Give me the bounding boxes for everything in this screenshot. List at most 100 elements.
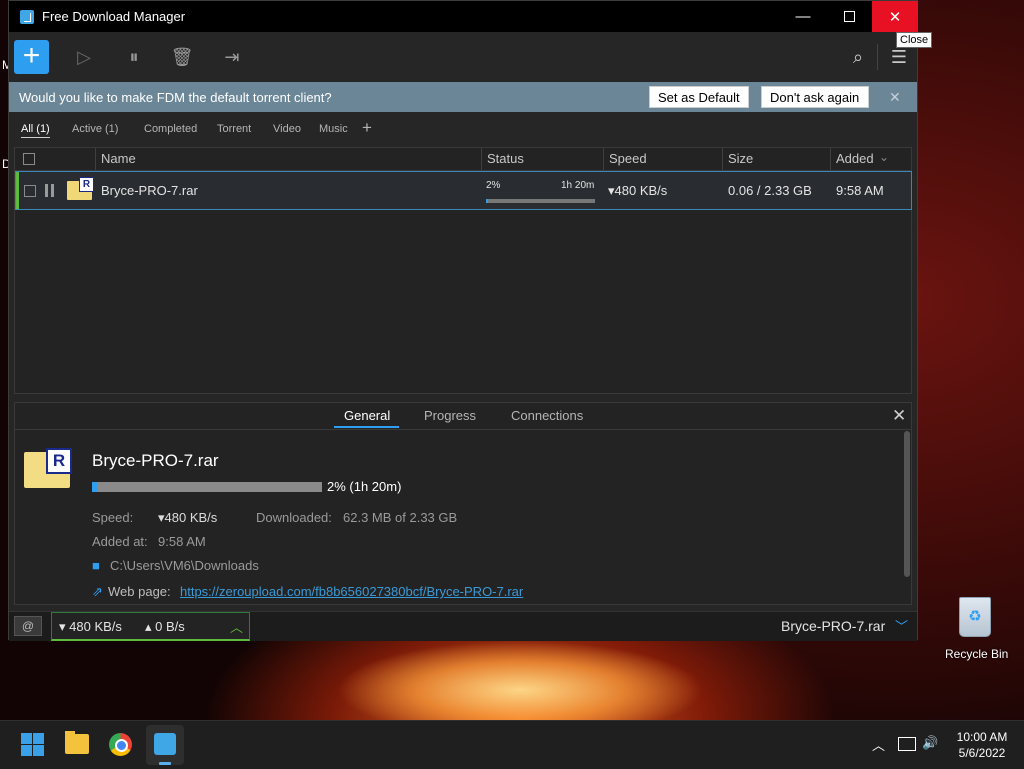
filter-video[interactable]: Video (273, 123, 301, 135)
file-explorer-icon[interactable] (65, 731, 89, 754)
details-progress-fill (92, 482, 97, 492)
taskbar-fdm-button[interactable] (146, 725, 184, 765)
tab-general[interactable]: General (344, 408, 390, 423)
download-folder-path[interactable]: C:\Users\VM6\Downloads (110, 558, 259, 573)
close-button[interactable]: ✕ (872, 1, 918, 32)
banner-close-icon[interactable]: ✕ (889, 89, 901, 106)
row-status-time: 1h 20m (561, 180, 595, 191)
column-header-added[interactable]: Added (836, 151, 874, 166)
webpage-label: Web page: (108, 584, 171, 599)
system-clock[interactable]: 10:00 AM 5/6/2022 (952, 729, 1012, 761)
title-bar[interactable]: Free Download Manager — ✕ (9, 1, 918, 32)
show-hidden-icons-icon[interactable]: ︿ (872, 735, 885, 754)
pause-button[interactable]: ⏸ (122, 45, 146, 69)
window-title: Free Download Manager (42, 9, 186, 24)
row-file-name: Bryce-PRO-7.rar (101, 183, 198, 198)
status-bar: @ ▾ 480 KB/s ▴ 0 B/s ︿ Bryce-PRO-7.rar ﹀ (9, 611, 917, 641)
add-download-button[interactable]: + (14, 40, 49, 74)
details-tabs: General Progress Connections ✕ (15, 403, 911, 430)
details-scrollbar[interactable] (904, 431, 910, 577)
column-divider (830, 148, 831, 170)
archive-file-icon: R (67, 177, 94, 200)
search-icon: ⌕ (852, 47, 864, 67)
filter-tabs: All (1) Active (1) Completed Torrent Vid… (9, 112, 917, 146)
row-pause-icon[interactable] (45, 184, 48, 197)
folder-move-icon: ⇥ (224, 47, 240, 67)
filter-all[interactable]: All (1) (21, 123, 50, 138)
chrome-icon[interactable] (109, 733, 132, 756)
move-button[interactable]: ⇥ (220, 45, 244, 69)
toolbar-divider (877, 44, 878, 70)
rar-badge: R (79, 177, 94, 192)
details-panel: General Progress Connections ✕ R Bryce-P… (14, 402, 912, 605)
webpage-link[interactable]: https://zeroupload.com/fb8b656027380bcf/… (180, 584, 523, 599)
speed-value: ▾480 KB/s (158, 510, 218, 525)
folder-icon: ■ (92, 558, 100, 573)
column-divider (603, 148, 604, 170)
column-header-name[interactable]: Name (101, 151, 136, 166)
menu-button[interactable]: ☰ (887, 45, 911, 69)
downloaded-value: 62.3 MB of 2.33 GB (343, 510, 458, 525)
row-size: 0.06 / 2.33 GB (728, 183, 812, 198)
details-close-icon[interactable]: ✕ (892, 406, 906, 426)
dont-ask-again-button[interactable]: Don't ask again (761, 86, 869, 108)
fdm-app-icon (20, 9, 34, 24)
row-checkbox[interactable] (24, 185, 36, 197)
column-header-size[interactable]: Size (728, 151, 753, 166)
volume-icon[interactable]: 🔊 (922, 735, 938, 751)
status-file-name: Bryce-PRO-7.rar (781, 618, 886, 634)
maximize-button[interactable] (826, 1, 872, 32)
fdm-icon (154, 733, 176, 755)
hamburger-icon: ☰ (890, 47, 908, 67)
resume-button[interactable]: ▷ (72, 45, 96, 69)
column-header-speed[interactable]: Speed (609, 151, 647, 166)
plus-icon: + (22, 39, 41, 72)
column-header-status[interactable]: Status (487, 151, 524, 166)
maximize-icon (843, 11, 855, 22)
taskbar: ︿ 🔊 10:00 AM 5/6/2022 (0, 720, 1024, 769)
speed-summary[interactable]: ▾ 480 KB/s ▴ 0 B/s ︿ (51, 612, 250, 641)
table-header: Name Status Speed Size Added ⌄ (15, 148, 911, 171)
column-divider (481, 148, 482, 170)
active-tab-underline (334, 426, 399, 428)
start-button[interactable] (21, 733, 44, 756)
select-all-checkbox[interactable] (23, 153, 35, 165)
set-as-default-button[interactable]: Set as Default (649, 86, 749, 108)
recycle-bin-icon: ♻ (959, 597, 991, 637)
filter-completed[interactable]: Completed (144, 123, 197, 135)
clock-date: 5/6/2022 (958, 746, 1006, 760)
tab-progress[interactable]: Progress (424, 408, 476, 423)
add-filter-icon[interactable]: + (362, 118, 372, 138)
row-progress-bar (486, 199, 595, 203)
downloaded-label: Downloaded: (256, 510, 332, 525)
added-value: 9:58 AM (158, 534, 206, 549)
active-indicator (16, 172, 19, 209)
details-file-name: Bryce-PRO-7.rar (92, 451, 219, 470)
rar-badge: R (46, 448, 72, 474)
row-status-percent: 2% (486, 180, 501, 191)
close-tooltip: Close (896, 32, 933, 48)
close-icon: ✕ (888, 8, 902, 26)
tab-connections[interactable]: Connections (511, 408, 583, 423)
search-button[interactable]: ⌕ (846, 45, 870, 69)
speed-limiter-button[interactable]: @ (14, 616, 42, 636)
details-progress-bar (92, 482, 322, 492)
filter-music[interactable]: Music (319, 123, 348, 135)
filter-active[interactable]: Active (1) (72, 123, 118, 135)
filter-torrent[interactable]: Torrent (217, 123, 251, 135)
added-label: Added at: (92, 534, 148, 549)
delete-button[interactable]: 🗑 (170, 45, 194, 69)
row-added: 9:58 AM (836, 183, 884, 198)
minimize-icon: — (795, 8, 811, 25)
clock-time: 10:00 AM (956, 730, 1008, 744)
minimize-button[interactable]: — (780, 1, 826, 32)
downloads-table: Name Status Speed Size Added ⌄ R Bryce-P… (14, 147, 912, 394)
chevron-down-icon[interactable]: ﹀ (895, 616, 908, 635)
table-row[interactable]: R Bryce-PRO-7.rar 2% 1h 20m ▾480 KB/s 0.… (15, 171, 912, 210)
default-client-banner: Would you like to make FDM the default t… (9, 82, 917, 112)
recycle-bin[interactable]: ♻ Recycle Bin (945, 597, 1008, 661)
archive-file-icon-large: R (24, 448, 72, 488)
network-icon[interactable] (898, 737, 916, 751)
pause-icon: ⏸ (129, 47, 139, 67)
row-speed: ▾480 KB/s (608, 183, 668, 198)
